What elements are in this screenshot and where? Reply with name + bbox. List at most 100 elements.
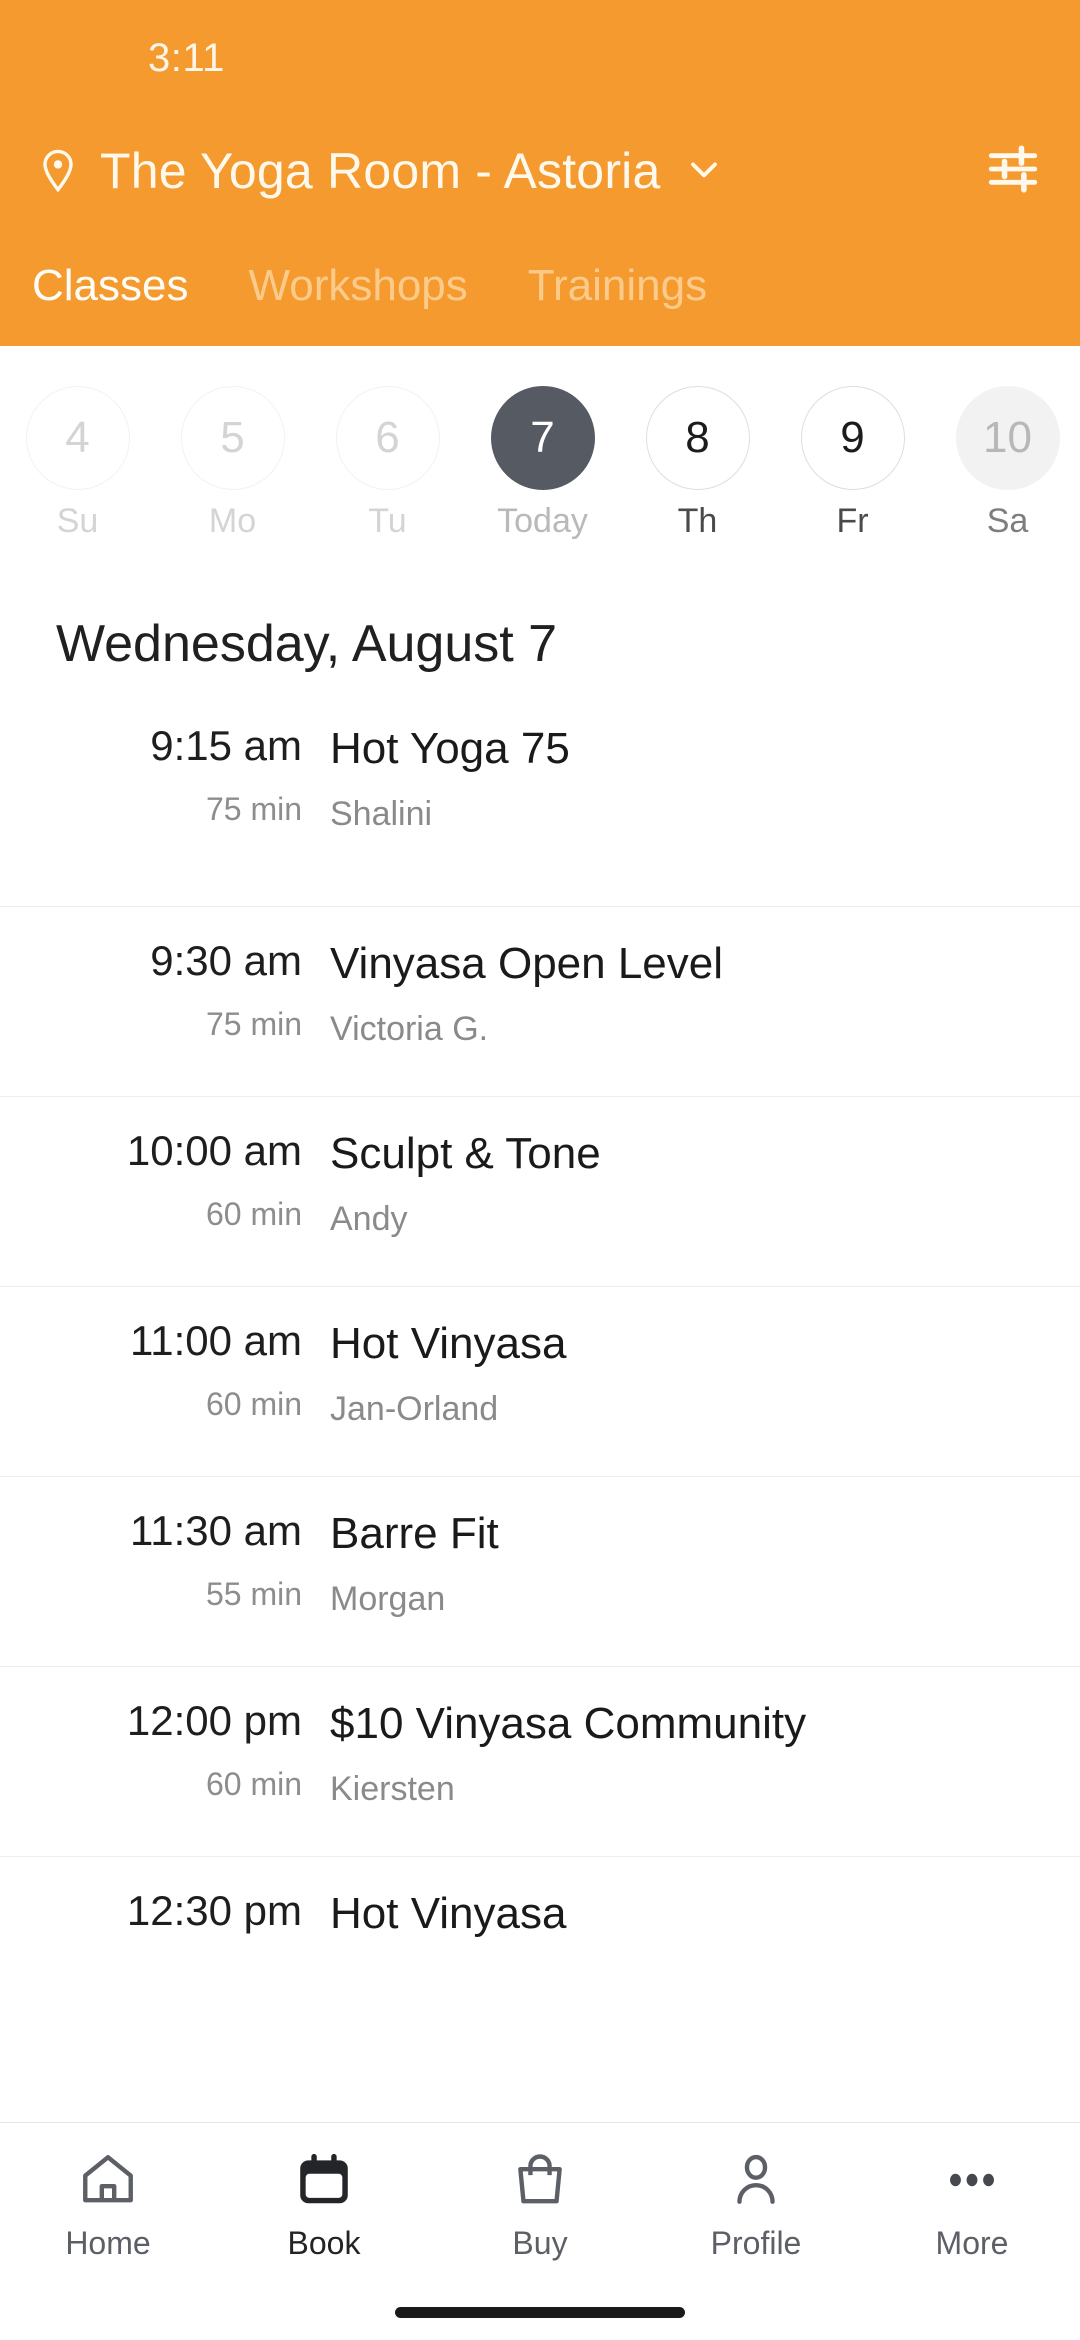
class-name: Hot Yoga 75 <box>330 724 570 773</box>
class-time-column: 12:00 pm 60 min <box>0 1697 330 1803</box>
class-time-column: 11:30 am 55 min <box>0 1507 330 1613</box>
app-screen: 3:11 The Yoga Room - Astoria Classes Wor… <box>0 0 1080 2340</box>
page-title: Wednesday, August 7 <box>56 615 558 673</box>
location-name: The Yoga Room - Astoria <box>100 143 661 199</box>
class-name: Hot Vinyasa <box>330 1889 567 1938</box>
date-number: 7 <box>490 386 595 490</box>
class-duration: 60 min <box>205 1196 302 1233</box>
class-info-column: Barre Fit Morgan <box>330 1507 1040 1619</box>
class-info-column: $10 Vinyasa Community Kiersten <box>330 1697 1040 1809</box>
table-row[interactable]: 11:00 am 60 min Hot Vinyasa Jan-Orland <box>0 1286 1080 1476</box>
schedule-list[interactable]: Wednesday, August 7 9:15 am 75 min Hot Y… <box>0 586 1080 2340</box>
nav-item-buy[interactable]: Buy <box>432 2149 648 2262</box>
class-duration: 55 min <box>205 1576 302 1613</box>
date-dow: Fr <box>836 502 869 540</box>
house-icon <box>77 2149 139 2211</box>
class-time-column: 10:00 am 60 min <box>0 1127 330 1233</box>
shopping-bag-icon <box>509 2149 571 2211</box>
app-header: 3:11 The Yoga Room - Astoria Classes Wor… <box>0 0 1080 346</box>
date-dow: Sa <box>986 502 1029 540</box>
date-dow: Tu <box>368 502 407 540</box>
class-teacher: Morgan <box>330 1579 446 1618</box>
class-info-column: Hot Vinyasa Jan-Orland <box>330 1317 1040 1429</box>
chevron-down-icon[interactable] <box>660 147 726 196</box>
date-dow: Th <box>677 502 718 540</box>
home-indicator <box>395 2307 685 2318</box>
class-time: 9:30 am <box>150 937 302 984</box>
class-time: 11:30 am <box>130 1507 302 1554</box>
date-cell-7-today[interactable]: 7 Today <box>465 386 620 541</box>
date-number: 8 <box>645 386 750 490</box>
class-teacher: Victoria G. <box>330 1009 489 1048</box>
date-cell-8[interactable]: 8 Th <box>620 386 775 541</box>
date-number: 9 <box>800 386 905 490</box>
class-time: 10:00 am <box>126 1127 302 1174</box>
location-pin-icon <box>34 147 82 195</box>
location-selector[interactable]: The Yoga Room - Astoria <box>0 116 1080 226</box>
class-time-column: 9:15 am 75 min <box>0 722 330 828</box>
class-name: Vinyasa Open Level <box>330 939 724 988</box>
class-duration: 75 min <box>205 791 302 828</box>
date-cell-9[interactable]: 9 Fr <box>775 386 930 541</box>
tab-trainings[interactable]: Trainings <box>528 261 707 311</box>
class-duration: 60 min <box>205 1766 302 1803</box>
class-name: $10 Vinyasa Community <box>330 1699 807 1748</box>
date-number: 10 <box>955 386 1060 490</box>
tune-filter-icon[interactable] <box>984 140 1042 203</box>
nav-label: Profile <box>710 2225 802 2261</box>
table-row[interactable]: 12:30 pm Hot Vinyasa <box>0 1856 1080 2046</box>
class-info-column: Hot Vinyasa <box>330 1887 1040 1960</box>
bottom-navigation: Home Book Buy Profile More <box>0 2122 1080 2340</box>
date-number: 4 <box>25 386 130 490</box>
nav-item-book[interactable]: Book <box>216 2149 432 2262</box>
table-row[interactable]: 9:30 am 75 min Vinyasa Open Level Victor… <box>0 906 1080 1096</box>
class-time: 11:00 am <box>130 1317 302 1364</box>
date-strip[interactable]: 4 Su 5 Mo 6 Tu 7 Today 8 Th 9 Fr 10 Sa <box>0 346 1080 586</box>
table-row[interactable]: 9:15 am 75 min Hot Yoga 75 Shalini <box>0 716 1080 906</box>
tab-workshops[interactable]: Workshops <box>249 261 468 311</box>
class-time-column: 12:30 pm <box>0 1887 330 1956</box>
class-time: 12:00 pm <box>126 1697 302 1744</box>
class-time: 12:30 pm <box>126 1887 302 1934</box>
class-teacher: Jan-Orland <box>330 1389 499 1428</box>
nav-item-profile[interactable]: Profile <box>648 2149 864 2262</box>
nav-item-home[interactable]: Home <box>0 2149 216 2262</box>
date-dow: Mo <box>208 502 257 540</box>
class-info-column: Sculpt & Tone Andy <box>330 1127 1040 1239</box>
tab-classes[interactable]: Classes <box>32 261 189 311</box>
table-row[interactable]: 10:00 am 60 min Sculpt & Tone Andy <box>0 1096 1080 1286</box>
calendar-icon <box>293 2149 355 2211</box>
class-time: 9:15 am <box>150 722 302 769</box>
date-cell-10[interactable]: 10 Sa <box>930 386 1080 541</box>
date-cell-4[interactable]: 4 Su <box>0 386 155 541</box>
date-dow: Su <box>56 502 99 540</box>
class-name: Sculpt & Tone <box>330 1129 601 1178</box>
ellipsis-icon <box>941 2149 1003 2211</box>
date-cell-5[interactable]: 5 Mo <box>155 386 310 541</box>
class-teacher: Kiersten <box>330 1769 455 1808</box>
date-dow: Today <box>497 502 588 540</box>
status-bar-clock: 3:11 <box>148 35 225 80</box>
class-teacher: Andy <box>330 1199 408 1238</box>
class-time-column: 11:00 am 60 min <box>0 1317 330 1423</box>
nav-label: Home <box>65 2225 151 2261</box>
date-cell-6[interactable]: 6 Tu <box>310 386 465 541</box>
nav-label: Buy <box>512 2225 568 2261</box>
person-icon <box>725 2149 787 2211</box>
class-teacher: Shalini <box>330 794 433 833</box>
nav-item-more[interactable]: More <box>864 2149 1080 2262</box>
class-duration: 75 min <box>205 1006 302 1043</box>
status-bar: 3:11 <box>0 0 1080 116</box>
class-time-column: 9:30 am 75 min <box>0 937 330 1043</box>
nav-label: Book <box>287 2225 361 2261</box>
class-name: Barre Fit <box>330 1509 499 1558</box>
table-row[interactable]: 12:00 pm 60 min $10 Vinyasa Community Ki… <box>0 1666 1080 1856</box>
class-name: Hot Vinyasa <box>330 1319 567 1368</box>
date-number: 6 <box>335 386 440 490</box>
class-duration: 60 min <box>205 1386 302 1423</box>
class-info-column: Hot Yoga 75 Shalini <box>330 722 1040 834</box>
nav-label: More <box>935 2225 1009 2261</box>
table-row[interactable]: 11:30 am 55 min Barre Fit Morgan <box>0 1476 1080 1666</box>
date-number: 5 <box>180 386 285 490</box>
class-info-column: Vinyasa Open Level Victoria G. <box>330 937 1040 1049</box>
